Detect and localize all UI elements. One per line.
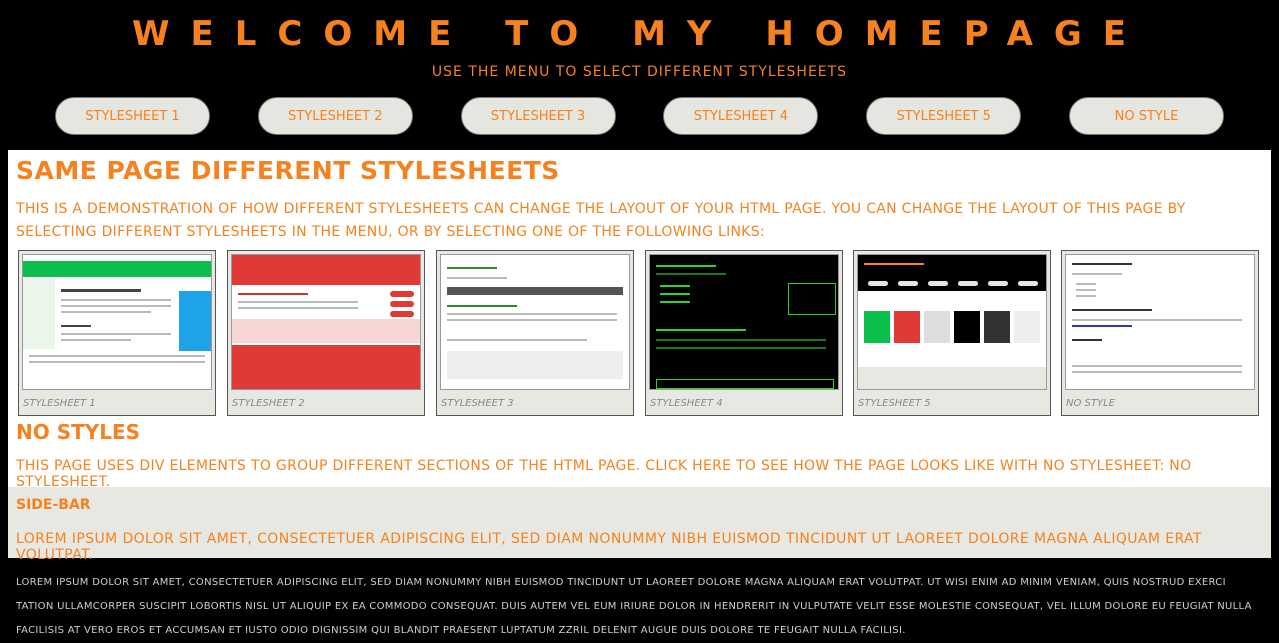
- side-bar-text: Lorem ipsum dolor sit amet, consectetuer…: [16, 531, 1202, 563]
- thumbnail-stylesheet-4[interactable]: Stylesheet 4: [645, 250, 843, 416]
- thumbnail-caption: Stylesheet 2: [232, 398, 305, 409]
- menu-button-stylesheet-4[interactable]: Stylesheet 4: [663, 97, 819, 135]
- no-styles-body: This page uses DIV elements to group dif…: [16, 458, 1165, 474]
- thumbnail-stylesheet-5[interactable]: Stylesheet 5: [853, 250, 1051, 416]
- thumbnail-caption: Stylesheet 1: [23, 398, 96, 409]
- thumbnail-preview: [1065, 254, 1255, 390]
- site-subtitle: Use the menu to select different Stylesh…: [431, 64, 848, 80]
- thumbnail-caption: No Style: [1066, 398, 1115, 409]
- intro-text: This is a demonstration of how different…: [16, 198, 1256, 244]
- menu-button-stylesheet-3[interactable]: Stylesheet 3: [460, 97, 616, 135]
- page-header: Welcome to My Homepage Use the menu to s…: [0, 0, 1279, 80]
- footer-text: Lorem ipsum dolor sit amet, consectetuer…: [16, 577, 1252, 636]
- thumbnail-preview: [857, 254, 1047, 390]
- thumbnail-stylesheet-3[interactable]: Stylesheet 3: [436, 250, 634, 416]
- thumbnail-no-style[interactable]: No Style: [1061, 250, 1259, 416]
- site-title: Welcome to My Homepage: [131, 14, 1148, 54]
- no-styles-heading: No Styles: [16, 420, 141, 444]
- thumbnail-preview: [231, 254, 421, 390]
- side-bar: Side-Bar Lorem ipsum dolor sit amet, con…: [8, 487, 1271, 563]
- thumbnail-caption: Stylesheet 3: [441, 398, 514, 409]
- stylesheet-menu: Stylesheet 1 Stylesheet 2 Stylesheet 3 S…: [0, 97, 1279, 137]
- menu-button-stylesheet-2[interactable]: Stylesheet 2: [257, 97, 413, 135]
- no-styles-text: This page uses DIV elements to group dif…: [16, 458, 1271, 490]
- thumbnail-caption: Stylesheet 4: [650, 398, 723, 409]
- thumbnail-gallery: Stylesheet 1 Stylesheet 2: [18, 250, 1263, 418]
- side-bar-heading: Side-Bar: [16, 497, 91, 513]
- thumbnail-preview: [440, 254, 630, 390]
- menu-button-stylesheet-5[interactable]: Stylesheet 5: [866, 97, 1022, 135]
- main-content: Same Page Different Stylesheets This is …: [8, 150, 1271, 563]
- thumbnail-preview: [22, 254, 212, 390]
- thumbnail-caption: Stylesheet 5: [858, 398, 931, 409]
- menu-button-stylesheet-1[interactable]: Stylesheet 1: [55, 97, 210, 135]
- intro-text-body: This is a demonstration of how different…: [16, 201, 1186, 240]
- thumbnail-stylesheet-1[interactable]: Stylesheet 1: [18, 250, 216, 416]
- thumbnail-preview: [649, 254, 839, 390]
- thumbnail-stylesheet-2[interactable]: Stylesheet 2: [227, 250, 425, 416]
- main-heading: Same Page Different Stylesheets: [16, 156, 560, 185]
- menu-button-no-style[interactable]: No Style: [1068, 97, 1224, 135]
